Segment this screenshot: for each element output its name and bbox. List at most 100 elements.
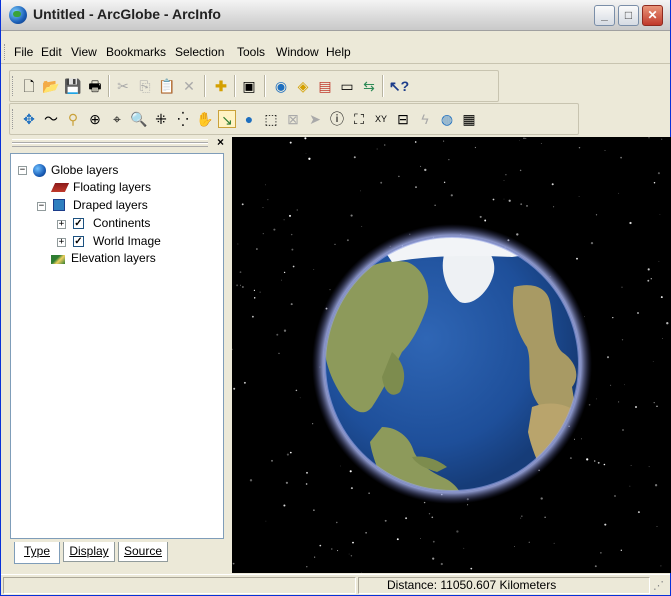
layout-icon[interactable]: ▣ [240,77,258,95]
menu-tools[interactable]: Tools [237,45,265,59]
star [319,544,322,547]
star [576,257,578,260]
maximize-button[interactable]: □ [618,5,639,26]
menu-bookmarks[interactable]: Bookmarks [106,45,166,59]
select-features-icon[interactable]: ⬚ [262,110,280,128]
navigate-icon[interactable]: ✥ [20,110,38,128]
star [350,555,353,557]
new-document-icon[interactable]: 🗋 [20,77,38,95]
window-icon[interactable]: ▭ [338,77,356,95]
tree-elevation-layers[interactable]: Elevation layers [71,251,156,265]
resize-grip-icon[interactable]: ⋰ [653,579,664,592]
tree-world-image[interactable]: World Image [93,234,161,248]
add-data-icon[interactable]: ✚ [212,77,230,95]
measure-icon[interactable]: ⊟ [394,110,412,128]
tools-toolbar: ✥ 〜 ⚲ ⊕ ⌖ 🔍 ⁜ ⁛ ✋ ↘ ● ⬚ ⊠ ➤ ⓘ ⛶ XY ⊟ ϟ ◍… [9,103,579,135]
star [492,198,495,201]
find-icon[interactable]: ⛶ [350,110,368,128]
tree-floating-layers[interactable]: Floating layers [73,180,151,194]
menubar-grip[interactable] [4,44,8,60]
tab-display[interactable]: Display [63,542,115,562]
expand-continents-icon[interactable]: + [57,220,66,229]
star [273,228,276,231]
go-to-xy-icon[interactable]: XY [372,110,390,128]
toc-close-button[interactable]: × [217,136,224,148]
paste-icon[interactable]: 📋 [158,77,176,95]
star [610,384,612,386]
star [624,384,625,386]
title-bar[interactable]: Untitled - ArcGlobe - ArcInfo _ □ ✕ [1,0,670,31]
fly-icon[interactable]: 〜 [42,110,60,128]
expand-world-image-icon[interactable]: + [57,238,66,247]
star [526,205,528,207]
star [424,168,427,172]
globe-catalog-icon[interactable]: ◉ [272,77,290,95]
center-on-target-icon[interactable]: ⚲ [64,110,82,128]
world-image-checkbox[interactable]: ✓ [73,236,84,247]
star [432,540,435,543]
cut-icon[interactable]: ✂ [114,77,132,95]
full-extent-icon[interactable]: ↘ [218,110,236,128]
floating-layers-icon [50,183,70,192]
zoom-in-out-icon[interactable]: 🔍 [130,110,148,128]
star [283,504,286,507]
identify-icon[interactable]: ⓘ [328,110,346,128]
open-folder-icon[interactable]: 📂 [42,77,60,95]
tree-draped-layers[interactable]: Draped layers [73,198,148,212]
star [271,459,273,462]
arc-toolbox-icon[interactable]: ▤ [316,77,334,95]
minimize-button[interactable]: _ [594,5,615,26]
zoom-to-target-icon[interactable]: ⊕ [86,110,104,128]
collapse-draped-layers-icon[interactable]: − [37,202,46,211]
toolbar-grip[interactable] [12,76,16,96]
star [233,387,236,390]
star [523,137,525,140]
save-icon[interactable]: 💾 [64,77,82,95]
tree-globe-layers[interactable]: Globe layers [51,163,118,177]
close-button[interactable]: ✕ [642,5,663,26]
menu-window[interactable]: Window [276,45,319,59]
clear-selection-icon[interactable]: ⊠ [284,110,302,128]
globe-scene[interactable] [232,137,671,573]
star [232,562,235,565]
menu-help[interactable]: Help [326,45,351,59]
properties-icon[interactable]: ▦ [460,110,478,128]
toc-header[interactable]: × [8,136,227,149]
globe-viewer[interactable] [232,137,671,573]
menu-view[interactable]: View [71,45,97,59]
tab-source-label: Source [123,544,163,558]
hyperlink-icon[interactable]: ϟ [416,110,434,128]
fixed-zoom-out-icon[interactable]: ⁛ [174,110,192,128]
tree-continents[interactable]: Continents [93,216,150,230]
star [253,289,256,292]
layer-tree[interactable]: − Globe layers Floating layers − Draped … [10,153,224,539]
collapse-globe-layers-icon[interactable]: − [18,166,27,175]
arcglobe-app-icon[interactable] [9,6,27,24]
star [251,315,254,318]
continents-checkbox[interactable]: ✓ [73,218,84,229]
tab-source[interactable]: Source [118,542,168,562]
star [290,233,293,236]
toolbar-separator [108,75,110,97]
tab-type[interactable]: Type [14,542,60,564]
star [236,284,239,287]
copy-icon[interactable]: ⎘ [136,77,154,95]
toolbar-grip[interactable] [12,109,16,129]
print-icon[interactable]: 🖶 [86,77,104,95]
set-observer-icon[interactable]: ⌖ [108,110,126,128]
menu-selection[interactable]: Selection [175,45,224,59]
delete-icon[interactable]: ✕ [180,77,198,95]
star [350,487,353,490]
menu-file[interactable]: File [14,45,33,59]
globe-icon[interactable]: ● [240,110,258,128]
select-elements-icon[interactable]: ➤ [306,110,324,128]
star [292,265,295,268]
whats-this-icon[interactable]: ↖? [388,77,410,95]
star [283,219,285,221]
fixed-zoom-in-icon[interactable]: ⁜ [152,110,170,128]
arc-catalog-icon[interactable]: ◈ [294,77,312,95]
globe-bookmark-icon[interactable]: ◍ [438,110,456,128]
pan-icon[interactable]: ✋ [196,110,214,128]
model-builder-icon[interactable]: ⇆ [360,77,378,95]
menu-edit[interactable]: Edit [41,45,62,59]
